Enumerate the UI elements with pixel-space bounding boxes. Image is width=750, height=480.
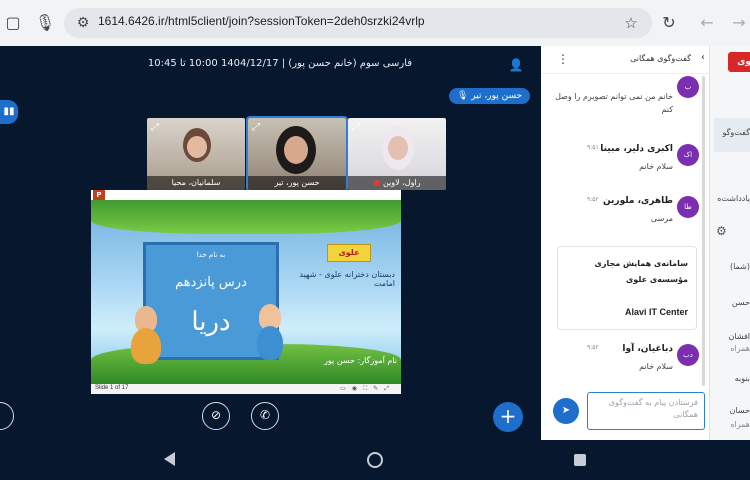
avatar: اک <box>677 144 699 166</box>
expand-icon[interactable]: ⤢ <box>151 122 159 133</box>
speaker-name: حسن پور، تیر <box>471 91 523 101</box>
message-sender: اکبری دلیر، مبینا <box>600 144 673 154</box>
plus-icon: + <box>499 404 517 428</box>
bookmark-star-icon[interactable]: ☆ <box>620 12 642 34</box>
message-time: ۹:۵۲ <box>587 196 599 203</box>
back-arrow-icon[interactable]: ← <box>696 12 718 34</box>
message-text: سلام خانم <box>639 362 673 371</box>
powerpoint-icon: P <box>93 190 105 200</box>
talking-indicator[interactable]: 🎙 حسن پور، تیر <box>449 88 531 104</box>
user-list-item: همراه <box>730 344 750 353</box>
more-options-icon[interactable]: ⋮ <box>557 52 569 66</box>
avatar: دب <box>677 344 699 366</box>
user-list-item: همراه <box>730 420 750 429</box>
teacher-name: نام آموزگار: حسن پور <box>324 356 397 365</box>
message-sender: دباغیان، آوا <box>622 344 673 354</box>
presentation-controls[interactable]: ▭◉⛶✎⤢ <box>340 385 395 393</box>
forward-arrow-icon[interactable]: → <box>728 12 750 34</box>
address-bar[interactable]: ⚙ 1614.6426.ir/html5client/join?sessionT… <box>64 8 652 38</box>
chat-message: دب دباغیان، آوا ۹:۵۲ سلام خانم <box>541 342 701 392</box>
chevron-left-icon[interactable]: ‹ <box>701 52 705 63</box>
home-icon[interactable] <box>367 452 383 468</box>
message-text: سلام خانم <box>639 162 673 171</box>
phone-off-icon: ✆ <box>259 408 271 422</box>
lesson-title: درس پانزدهم <box>175 275 247 290</box>
participant-name: ● راول، لاوین <box>348 176 446 190</box>
brand-logo: وی <box>728 52 750 72</box>
reload-icon[interactable]: ↻ <box>658 12 680 34</box>
system-welcome-card: سامانه‌ی همایش مجازی مؤسسه‌ی علوی Alavi … <box>557 246 697 330</box>
video-tile[interactable]: ⤢ ● راول، لاوین <box>348 118 446 190</box>
chat-message: اک اکبری دلیر، مبینا ۹:۵۱ سلام خانم <box>541 142 701 192</box>
user-list-item: افشان <box>728 332 750 341</box>
user-list-item: بنوبه <box>734 374 750 383</box>
video-tile[interactable]: ⤢ حسن پور، تیر <box>246 116 348 192</box>
browser-toolbar: ▢ 🎙 ⚙ 1614.6426.ir/html5client/join?sess… <box>0 0 750 46</box>
meeting-area: ▮▮ فارسی سوم (خانم حسن پور) | 1404/12/17… <box>0 46 541 440</box>
slide-image: به نام خدا درس پانزدهم دریا علوی دبستان … <box>91 200 401 384</box>
video-tile[interactable]: ⤢ سلمانیان، محیا <box>147 118 245 190</box>
recent-apps-icon[interactable] <box>574 454 586 466</box>
slide-subtitle: به نام خدا <box>196 251 226 259</box>
chat-message: طا طاهری، ملورین ۹:۵۲ مرسی <box>541 194 701 244</box>
user-list-item: حسان <box>729 406 750 415</box>
site-settings-icon[interactable]: ⚙ <box>72 12 94 34</box>
muted-mic-icon: ● <box>373 178 381 187</box>
system-nav-bar <box>0 440 750 480</box>
user-icon[interactable]: 👤 <box>508 58 524 74</box>
participant-name: حسن پور، تیر <box>248 176 346 190</box>
chat-panel: ⋮ گفت‌وگوی همگانی ‹ ب خانم من نمی توانم … <box>541 46 709 440</box>
message-text: خانم من نمی توانم تصویرم را وصل کنم <box>555 92 673 114</box>
tab-switcher-icon[interactable]: ▢ <box>2 12 24 34</box>
avatar: ب <box>677 76 699 98</box>
chat-scrollbar[interactable] <box>702 76 705 386</box>
gear-icon[interactable]: ⚙ <box>716 224 727 238</box>
chat-input[interactable] <box>587 392 705 430</box>
leave-button[interactable] <box>0 402 14 430</box>
chat-message: ب خانم من نمی توانم تصویرم را وصل کنم <box>541 74 701 124</box>
participant-name: سلمانیان، محیا <box>147 176 245 190</box>
message-time: ۹:۵۱ <box>587 144 599 151</box>
presentation-area[interactable]: P به نام خدا درس پانزدهم دریا علوی دبستا… <box>91 190 401 394</box>
lesson-topic: دریا <box>191 307 231 337</box>
expand-icon[interactable]: ⤢ <box>252 122 260 133</box>
message-time: ۹:۵۲ <box>587 344 599 351</box>
expand-icon[interactable]: ⤢ <box>352 122 360 133</box>
nav-item-notes[interactable]: یادداشت‌ه <box>717 194 750 203</box>
user-list-item: (شما) <box>729 262 750 271</box>
send-icon: ➤ <box>561 405 571 416</box>
chat-header: ⋮ گفت‌وگوی همگانی ‹ <box>541 46 709 74</box>
microphone-icon[interactable]: 🎙 <box>34 12 56 34</box>
nav-item-chat[interactable]: گفت‌وگو <box>722 128 750 137</box>
leaves-decoration <box>91 200 401 234</box>
meeting-title: فارسی سوم (خانم حسن پور) | 1404/12/17 10… <box>147 58 413 69</box>
message-text: مرسی <box>650 214 673 223</box>
user-list-toggle-icon[interactable]: ▮▮ <box>0 100 18 124</box>
slide-counter: Slide 1 of 17 <box>95 385 129 391</box>
send-button[interactable]: ➤ <box>553 398 579 424</box>
mute-button[interactable]: ✆ <box>251 402 279 430</box>
avatar: طا <box>677 196 699 218</box>
card-line: سامانه‌ی همایش مجازی <box>594 259 688 268</box>
user-list-item: حسن <box>731 298 750 307</box>
card-line: مؤسسه‌ی علوی <box>625 275 688 284</box>
card-line: Alavi IT Center <box>624 307 688 317</box>
school-logo: علوی <box>327 244 371 262</box>
back-icon[interactable] <box>164 452 175 466</box>
camera-off-icon: ⊘ <box>210 408 222 422</box>
side-navigation: وی گفت‌وگو یادداشت‌ه ⚙ (شما) حسن افشان ه… <box>709 46 750 440</box>
url-text[interactable]: 1614.6426.ir/html5client/join?sessionTok… <box>98 14 425 28</box>
camera-off-button[interactable]: ⊘ <box>202 402 230 430</box>
chat-title: گفت‌وگوی همگانی <box>630 54 691 63</box>
school-name: دبستان دخترانه علوی - شهید امامت <box>299 270 395 288</box>
actions-plus-button[interactable]: + <box>493 402 523 432</box>
presentation-toolbar: Slide 1 of 17 ▭◉⛶✎⤢ <box>91 384 401 394</box>
message-sender: طاهری، ملورین <box>602 196 673 206</box>
